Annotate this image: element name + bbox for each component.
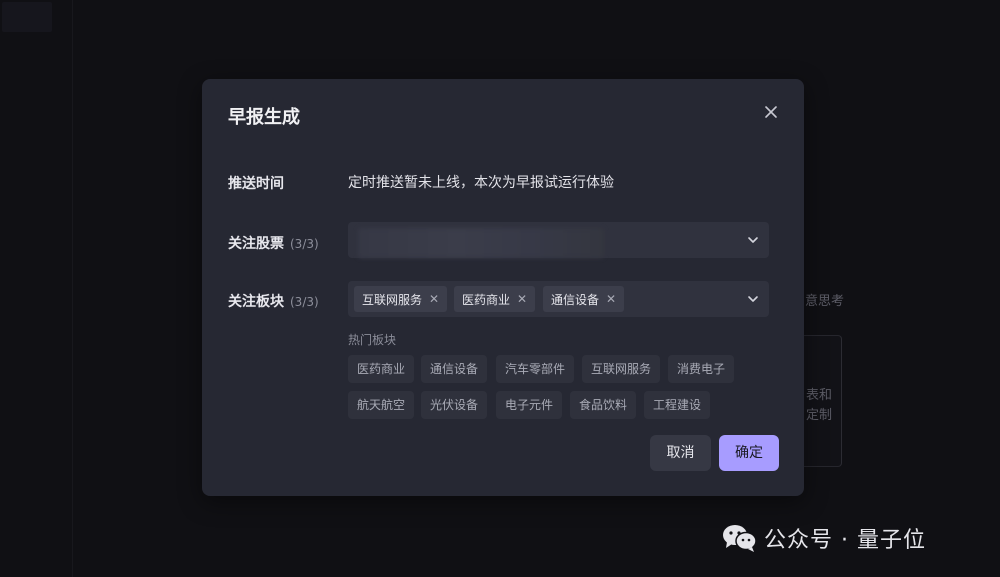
hot-sector-chip[interactable]: 航天航空 <box>348 391 415 419</box>
dialog-title: 早报生成 <box>228 107 300 128</box>
selected-sector-tag: 通信设备 ✕ <box>543 286 625 312</box>
hot-sector-chip[interactable]: 医药商业 <box>348 355 415 383</box>
hot-sector-chip[interactable]: 互联网服务 <box>582 355 661 383</box>
sectors-label-text: 关注板块 <box>228 294 284 310</box>
morning-report-dialog: 早报生成 推送时间 定时推送暂未上线，本次为早报试运行体验 关注股票 (3/3) … <box>202 79 804 496</box>
hot-sector-chip[interactable]: 汽车零部件 <box>496 355 575 383</box>
tag-label: 通信设备 <box>551 292 600 307</box>
hot-sector-chip[interactable]: 消费电子 <box>668 355 735 383</box>
cancel-button[interactable]: 取消 <box>650 435 711 471</box>
hot-sector-chip[interactable]: 工程建设 <box>644 391 711 419</box>
hot-sector-chip[interactable]: 通信设备 <box>421 355 488 383</box>
selected-sector-tag: 互联网服务 ✕ <box>354 286 448 312</box>
close-icon[interactable] <box>762 103 780 121</box>
stocks-label: 关注股票 (3/3) <box>228 233 319 253</box>
hot-sectors-title: 热门板块 <box>348 333 397 347</box>
stocks-count: (3/3) <box>290 237 319 251</box>
background-card-text: 表和 定制 <box>806 386 832 426</box>
stocks-label-text: 关注股票 <box>228 236 284 252</box>
sectors-count: (3/3) <box>290 295 319 309</box>
sectors-label: 关注板块 (3/3) <box>228 291 319 311</box>
stocks-select[interactable] <box>348 222 769 258</box>
blurred-stock-tags <box>358 228 604 258</box>
sectors-select[interactable]: 互联网服务 ✕ 医药商业 ✕ 通信设备 ✕ <box>348 281 769 317</box>
watermark: 公众号 · 量子位 <box>722 522 926 554</box>
hot-sector-chip[interactable]: 光伏设备 <box>421 391 488 419</box>
chevron-down-icon <box>748 237 758 243</box>
background-text: 意思考 <box>805 294 845 309</box>
remove-tag-icon[interactable]: ✕ <box>429 292 439 306</box>
background-divider <box>72 0 73 577</box>
push-time-text: 定时推送暂未上线，本次为早报试运行体验 <box>348 175 614 191</box>
chevron-down-icon <box>748 296 758 302</box>
hot-sector-chip[interactable]: 食品饮料 <box>570 391 637 419</box>
wechat-icon <box>723 525 757 552</box>
hot-sector-chip[interactable]: 电子元件 <box>496 391 563 419</box>
background-card-text-line: 表和 <box>806 388 833 403</box>
push-time-label: 推送时间 <box>228 176 284 192</box>
background-logo-placeholder <box>2 2 52 32</box>
tag-label: 互联网服务 <box>362 292 423 307</box>
background-card-text-line: 定制 <box>806 408 833 423</box>
confirm-button[interactable]: 确定 <box>719 435 779 471</box>
remove-tag-icon[interactable]: ✕ <box>606 292 616 306</box>
tag-label: 医药商业 <box>462 292 511 307</box>
watermark-text: 公众号 · 量子位 <box>764 528 926 553</box>
selected-sector-tag: 医药商业 ✕ <box>454 286 536 312</box>
remove-tag-icon[interactable]: ✕ <box>517 292 527 306</box>
